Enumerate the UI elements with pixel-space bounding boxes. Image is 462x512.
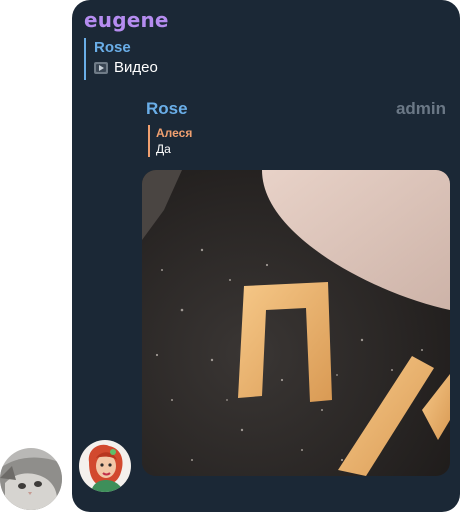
reply-author: Rose (94, 39, 131, 56)
cat-avatar-image (0, 448, 62, 510)
avatar-user[interactable] (79, 440, 131, 492)
admin-badge: admin (395, 99, 446, 118)
reply-text: Видео (114, 59, 158, 76)
avatar-cat[interactable] (0, 448, 62, 510)
video-frame-image (142, 170, 450, 476)
video-thumbnail[interactable] (142, 170, 450, 476)
forwarded-reply-text: Да (156, 142, 171, 156)
forwarded-reply-author: Алеся (156, 126, 193, 140)
user-avatar-image (79, 440, 131, 492)
reply-text-row: Видео (94, 58, 158, 78)
forwarded-reply-preview[interactable]: Алеся Да (148, 125, 192, 157)
forwarded-header: Rose admin (146, 99, 446, 119)
sender-name[interactable]: eugene (84, 8, 169, 32)
forwarded-author[interactable]: Rose (146, 99, 188, 119)
reply-preview[interactable]: Rose Видео (84, 38, 158, 80)
video-icon (94, 62, 108, 74)
chat-view: eugene Rose Видео Rose admin Алеся Да (0, 0, 462, 512)
